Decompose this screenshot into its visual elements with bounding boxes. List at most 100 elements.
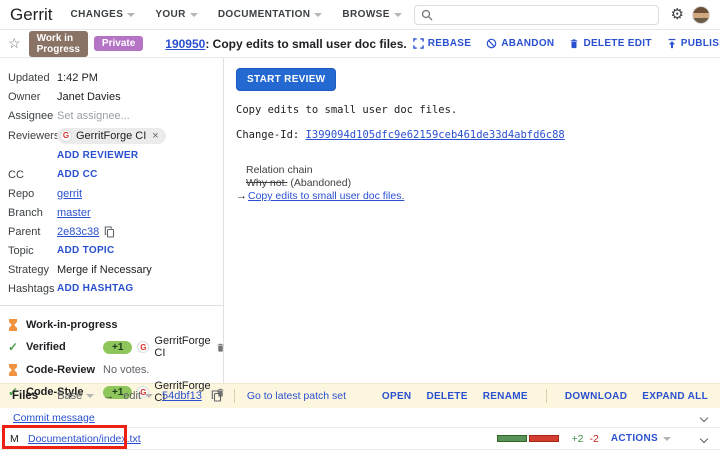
file-actions-dropdown[interactable]: ACTIONS [611,433,671,444]
check-icon: ✓ [8,340,21,354]
meta-topic: Topic ADD TOPIC [8,241,215,260]
current-change-link[interactable]: Copy edits to small user doc files. [248,190,404,203]
commit-message-block: Copy edits to small user doc files. Chan… [236,104,708,141]
wip-badge: Work in Progress [29,31,88,57]
nav-changes[interactable]: CHANGES [71,9,136,20]
owner-name: Janet Davies [57,91,121,103]
base-patchset-select[interactable]: Base [57,390,94,402]
download-button[interactable]: DOWNLOAD [565,391,627,402]
delete-edit-button[interactable]: DELETE EDIT [569,38,651,49]
relation-chain-title: Relation chain [236,164,708,177]
meta-owner: Owner Janet Davies [8,87,215,106]
abandon-button[interactable]: ABANDON [486,38,554,49]
vote-badge: +1 [103,341,132,354]
meta-updated: Updated 1:42 PM [8,68,215,87]
change-id-link[interactable]: I399094d105dfc9e62159ceb461de33d4abfd6c8… [306,129,565,141]
removed-count: -2 [590,433,599,445]
repo-link[interactable]: gerrit [57,188,82,200]
avatar[interactable] [692,6,710,24]
chevron-down-icon [663,437,671,441]
current-change-row: → Copy edits to small user doc files. [236,190,708,203]
hourglass-icon [8,364,21,376]
main-nav: CHANGES YOUR DOCUMENTATION BROWSE [71,9,402,20]
files-title: Files [12,390,38,402]
publish-edit-button[interactable]: PUBLISH EDIT [667,38,720,49]
label-verified: ✓ Verified +1 G GerritForge CI [8,335,215,359]
voter-name: GerritForge CI [154,335,210,359]
meta-reviewers: Reviewers G GerritForge CI × [8,125,215,146]
change-title: 190950: Copy edits to small user doc fil… [165,37,406,51]
file-status-badge: M [10,433,22,445]
file-path-link[interactable]: Documentation/index.txt [28,433,141,445]
delta-counts: +2 -2 [571,433,598,445]
search-icon [421,9,433,21]
strategy-value: Merge if Necessary [57,264,152,276]
meta-assignee: Assignee Set assignee... [8,106,215,125]
chevron-down-icon[interactable] [700,434,708,442]
no-votes-text: No votes. [103,364,149,376]
reviewer-chip: G GerritForge CI × [57,128,166,144]
remove-reviewer-icon[interactable]: × [152,130,158,142]
trash-icon [569,38,579,49]
copy-icon[interactable] [104,226,115,238]
added-count: +2 [571,433,583,445]
change-number-link[interactable]: 190950 [165,37,205,51]
commit-sha-link[interactable]: 54dbf13 [162,390,202,402]
add-reviewer-button[interactable]: ADD REVIEWER [57,150,138,161]
removed-bar [529,435,559,442]
change-subject: Copy edits to small user doc files. [213,37,407,51]
change-header: ☆ Work in Progress Private 190950: Copy … [0,30,720,58]
search-box[interactable] [414,5,659,25]
diff-size-bars [497,435,559,442]
add-hashtag-button[interactable]: ADD HASHTAG [57,283,133,294]
meta-strategy: Strategy Merge if Necessary [8,260,215,279]
body-area: Updated 1:42 PM Owner Janet Davies Assig… [0,58,720,383]
add-topic-button[interactable]: ADD TOPIC [57,245,115,256]
current-arrow-icon: → [236,190,245,203]
rebase-icon [413,38,424,49]
rebase-button[interactable]: REBASE [413,38,471,49]
block-icon [486,38,497,49]
chevron-down-icon [127,13,135,17]
rename-button[interactable]: RENAME [483,391,528,402]
reviewer-name: GerritForge CI [76,130,146,142]
file-row-right: +2 -2 ACTIONS [497,433,712,445]
divider [234,389,235,403]
file-row[interactable]: M Documentation/index.txt +2 -2 ACTIONS [0,428,720,450]
gerrit-change-page: Gerrit CHANGES YOUR DOCUMENTATION BROWSE… [0,0,720,452]
chevron-down-icon [86,394,94,398]
gerrit-logo[interactable]: Gerrit [10,5,53,25]
expand-all-button[interactable]: EXPAND ALL [642,391,708,402]
nav-your[interactable]: YOUR [155,9,198,20]
gear-icon[interactable]: ⚙ [671,7,684,22]
nav-browse[interactable]: BROWSE [342,9,401,20]
go-latest-link[interactable]: Go to latest patch set [247,390,346,402]
assignee-placeholder[interactable]: Set assignee... [57,110,130,122]
nav-documentation[interactable]: DOCUMENTATION [218,9,323,20]
chevron-down-icon [394,13,402,17]
top-bar: Gerrit CHANGES YOUR DOCUMENTATION BROWSE… [0,0,720,30]
meta-parent: Parent 2e83c38 [8,222,215,241]
files-actions: OPEN DELETE RENAME DOWNLOAD EXPAND ALL [382,389,708,403]
add-cc-button[interactable]: ADD CC [57,169,98,180]
relation-chain: Relation chain Why not. (Abandoned) → Co… [236,164,708,203]
abandoned-change: Why not. (Abandoned) [236,177,708,190]
chevron-down-icon[interactable] [700,413,708,421]
search-input[interactable] [439,9,652,21]
meta-cc: CC ADD CC [8,165,215,184]
change-actions: REBASE ABANDON DELETE EDIT PUBLISH EDIT … [413,36,720,52]
chevron-down-icon [314,13,322,17]
star-icon[interactable]: ☆ [8,35,21,52]
chevron-down-icon [190,13,198,17]
parent-link[interactable]: 2e83c38 [57,226,99,238]
branch-link[interactable]: master [57,207,91,219]
commit-message-row[interactable]: Commit message [0,408,720,428]
patchset-select[interactable]: edit [123,390,153,402]
private-badge: Private [94,36,143,51]
copy-icon[interactable] [211,390,222,402]
delete-button[interactable]: DELETE [426,391,467,402]
start-review-button[interactable]: START REVIEW [236,68,336,91]
open-button[interactable]: OPEN [382,391,412,402]
commit-message-link[interactable]: Commit message [13,412,95,424]
hourglass-icon [8,319,21,331]
